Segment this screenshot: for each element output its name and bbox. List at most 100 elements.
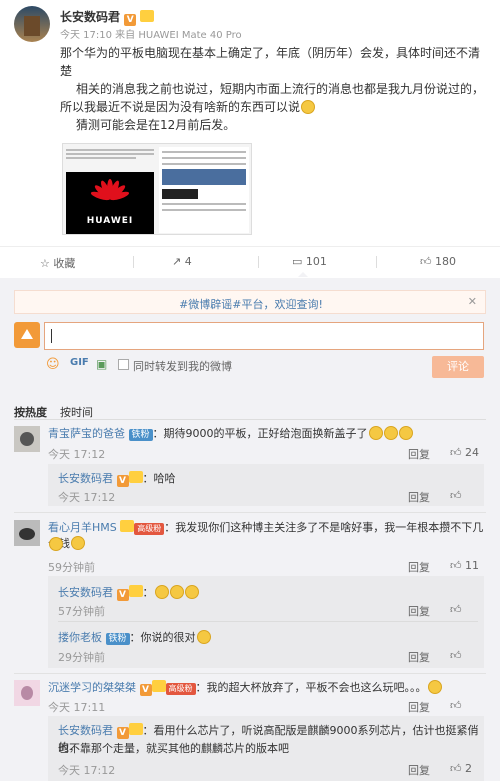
avatar[interactable] [14,680,40,706]
submit-comment-button[interactable]: 评论 [432,356,484,378]
reply-username[interactable]: 搂你老板 [58,631,102,644]
favorite-button[interactable]: ☆ 收藏 [40,255,75,271]
post-body: 那个华为的平板电脑现在基本上确定了，年底（阴历年）会发，具体时间还不清 楚 相关… [60,44,490,134]
reply-button[interactable]: 回复 [408,603,430,619]
divider [14,419,486,420]
repost-icon: ↗ [172,255,182,268]
reply-time: 57分钟前 [58,605,105,618]
comment-time: 今天 17:12 [48,448,106,461]
thumbs-up-icon[interactable]: 👍︎ [450,649,462,662]
favorite-label: 收藏 [53,257,76,270]
thumbs-up-icon[interactable]: 👍︎ [450,603,462,616]
reply-text-continued: 也不靠那个走量，就买其他的麒麟芯片的版本吧 [58,742,289,755]
notice-text[interactable]: #微博辟谣#平台，欢迎查询! [179,298,323,311]
comment-username[interactable]: 看心月羊HMS [48,521,117,534]
avatar[interactable] [14,426,40,452]
sort-time-tab[interactable]: 按时间 [60,404,93,420]
vip-level-icon [128,471,143,483]
comment-username[interactable]: 沉迷学习的桀桀桀 [48,681,136,694]
post-action-bar: ☆ 收藏 ↗ 4 ▭ 101 👍︎ 180 [0,247,500,277]
gif-icon[interactable]: GIF [70,357,89,368]
post-paragraph-2b: 所以我最近不说是因为没有啥新的东西可以说 [60,100,301,114]
verified-icon: V [116,727,129,739]
comment-like-count: 24 [465,446,479,459]
comment-like-button[interactable]: 👍︎ 24 [450,446,479,459]
reply-button[interactable]: 回复 [408,559,430,575]
comment-time: 今天 17:11 [48,701,106,714]
weibo-user-icon [21,329,33,339]
vip-level-icon [128,723,143,735]
thumbs-up-icon: 👍︎ [450,446,462,459]
divider [14,512,486,513]
comment-input[interactable] [44,322,484,350]
thumbs-up-icon: 👍︎ [450,559,462,572]
post-author-name[interactable]: 长安数码君 [60,10,120,24]
thumbs-up-icon: 👍︎ [450,699,462,712]
comment-item: 青宝萨宝的爸爸 铁粉 ：期待9000的平板，正好给泡面换新盖子了 [48,426,488,442]
surprised-emoji-icon [184,585,199,599]
post-author[interactable]: 长安数码君 V [60,8,155,26]
surprised-emoji-icon [154,585,169,599]
author-avatar[interactable] [14,6,50,42]
reply-username[interactable]: 长安数码君 [58,472,113,485]
vip-level-icon [128,585,143,597]
repost-button[interactable]: ↗ 4 [172,255,192,268]
image-article-text-left [66,147,154,169]
reply-like-button[interactable]: 👍︎ 2 [450,762,472,775]
sort-hot-tab[interactable]: 按热度 [14,404,47,420]
fan-badge: 铁粉 [105,633,130,645]
emoji-picker-icon[interactable]: ☺ [46,357,60,372]
laugh-emoji-icon [49,537,63,551]
surprised-emoji-icon [169,585,184,599]
comment-button[interactable]: ▭ 101 [292,255,327,268]
reply-like-count: 2 [465,762,472,775]
comment-username[interactable]: 青宝萨宝的爸爸 [48,427,125,440]
reply-button[interactable]: 回复 [408,762,430,778]
post-paragraph-1: 那个华为的平板电脑现在基本上确定了，年底（阴历年）会发，具体时间还不清 [60,46,481,60]
notice-bar: #微博辟谣#平台，欢迎查询! ✕ [14,290,486,314]
post-paragraph-3: 猜测可能会是在12月前后发。 [76,118,236,132]
thumbs-up-icon[interactable]: 👍︎ [450,489,462,502]
post-image[interactable]: HUAWEI [62,143,252,235]
close-icon[interactable]: ✕ [468,295,477,308]
comment-time: 59分钟前 [48,561,95,574]
verified-icon: V [124,14,137,26]
comment-like-button[interactable]: 👍︎ 11 [450,559,479,572]
image-article-right [159,147,249,233]
reply-username[interactable]: 长安数码君 [58,724,113,737]
avatar[interactable] [14,520,40,546]
fan-badge: 铁粉 [128,429,153,441]
reply-button[interactable]: 回复 [408,649,430,665]
divider [133,256,134,268]
verified-icon: V [116,589,129,601]
comment-emoji-line [48,537,63,551]
reply-button[interactable]: 回复 [408,489,430,505]
laugh-emoji-icon [383,426,398,440]
thumbs-up-icon: 👍︎ [420,255,432,268]
smile-emoji-icon [301,100,316,114]
comment-text: ：期待9000的平板，正好给泡面换新盖子了 [152,427,368,440]
reply-item: 搂你老板 铁粉 ：你说的很对 [58,629,211,645]
divider [258,256,259,268]
verified-icon: V [116,475,129,487]
comment-like-button[interactable]: 👍︎ [450,699,462,712]
verified-icon: V [139,684,152,696]
reply-text: ：哈哈 [142,472,176,485]
like-button[interactable]: 👍︎ 180 [420,255,456,268]
comment-item: 沉迷学习的桀桀桀 V 高级粉 ：我的超大杯放弃了，平板不会也这么玩吧。。。 [48,680,488,696]
laugh-emoji-icon [71,536,85,550]
comment-like-count: 11 [465,559,479,572]
repost-checkbox-label: 同时转发到我的微博 [133,360,232,373]
star-icon: ☆ [40,257,50,270]
user-avatar [14,322,40,348]
vip-level-icon [140,10,155,22]
image-upload-icon[interactable]: ▣ [96,357,107,371]
reply-button[interactable]: 回复 [408,699,430,715]
repost-checkbox[interactable] [118,359,129,370]
reply-text: ： [142,586,154,599]
reply-time: 今天 17:12 [58,491,116,504]
reply-username[interactable]: 长安数码君 [58,586,113,599]
reply-button[interactable]: 回复 [408,446,430,462]
reply-text: ：你说的很对 [129,631,196,644]
comment-text: ：我的超大杯放弃了，平板不会也这么玩吧。。。 [195,681,427,694]
